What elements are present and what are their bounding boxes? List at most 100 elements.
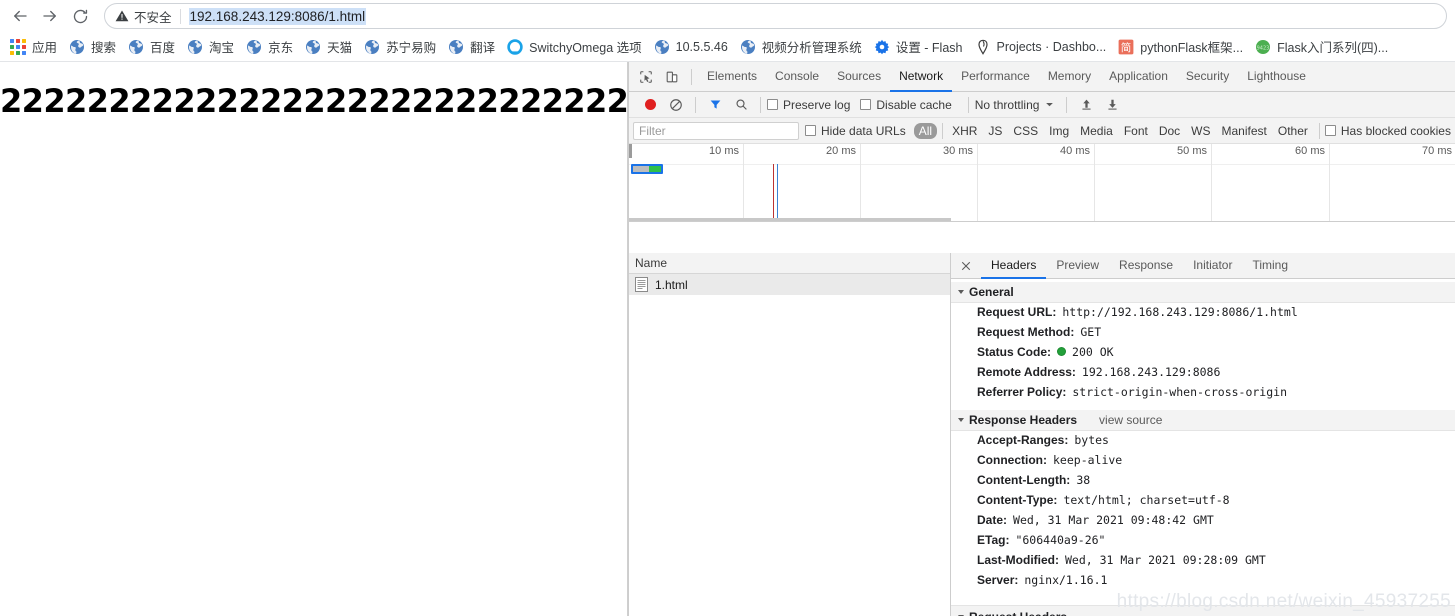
header-value: Wed, 31 Mar 2021 09:48:42 GMT: [1013, 513, 1214, 527]
network-lower-split: Name 1.html Headers Preview Response Ini…: [629, 253, 1455, 616]
device-toolbar-icon[interactable]: [659, 64, 685, 90]
bookmark-item[interactable]: SwitchyOmega 选项: [502, 35, 649, 59]
disable-cache-checkbox[interactable]: Disable cache: [860, 97, 952, 112]
header-key: ETag:: [977, 533, 1010, 547]
timeline-tick-label: 70 ms: [1422, 145, 1452, 157]
preserve-log-checkbox[interactable]: Preserve log: [767, 98, 850, 112]
filter-type-other[interactable]: Other: [1273, 123, 1313, 139]
throttling-dropdown[interactable]: No throttling: [975, 96, 1055, 114]
bookmark-item[interactable]: 应用: [5, 35, 64, 59]
tab-network[interactable]: Network: [890, 62, 953, 92]
tab-console[interactable]: Console: [766, 62, 828, 92]
filter-type-css[interactable]: CSS: [1008, 123, 1043, 139]
clear-button[interactable]: [663, 92, 689, 118]
header-key: Remote Address:: [977, 365, 1076, 379]
request-list-header[interactable]: Name: [629, 253, 950, 274]
filter-type-all[interactable]: All: [913, 122, 938, 139]
inspect-element-icon[interactable]: [633, 64, 659, 90]
detail-tab-headers[interactable]: Headers: [981, 253, 1047, 279]
bookmark-item[interactable]: 翻译: [443, 35, 502, 59]
header-key: Status Code:: [977, 345, 1052, 359]
toolbar-separator-2: [760, 96, 761, 113]
bookmark-label: 翻译: [470, 41, 496, 55]
bookmark-item[interactable]: 9423 Flask入门系列(四)...: [1250, 35, 1395, 59]
filter-type-xhr[interactable]: XHR: [947, 123, 982, 139]
request-detail-pane: Headers Preview Response Initiator Timin…: [951, 253, 1455, 616]
svg-text:简: 简: [1121, 41, 1132, 54]
preserve-log-label: Preserve log: [783, 97, 851, 112]
general-section-header[interactable]: General: [951, 282, 1455, 303]
bookmark-item[interactable]: 搜索: [64, 35, 123, 59]
tab-application[interactable]: Application: [1100, 62, 1177, 92]
detail-tab-timing[interactable]: Timing: [1242, 253, 1298, 279]
import-har-icon[interactable]: [1073, 92, 1099, 118]
general-section-title: General: [969, 285, 1014, 299]
bookmark-label: Flask入门系列(四)...: [1277, 41, 1389, 55]
bookmark-item[interactable]: 京东: [241, 35, 300, 59]
header-key: Date:: [977, 513, 1008, 527]
header-value: keep-alive: [1053, 453, 1123, 467]
filter-type-ws[interactable]: WS: [1186, 123, 1215, 139]
search-icon[interactable]: [728, 92, 754, 118]
timeline-tick: 10 ms: [629, 144, 744, 221]
view-source-link[interactable]: view source: [1099, 413, 1162, 427]
request-headers-section-header[interactable]: Request Headers: [951, 605, 1455, 616]
network-timeline-overview[interactable]: 10 ms 20 ms 30 ms 40 ms 50 ms 60 ms 70 m…: [629, 144, 1455, 222]
timeline-tick: 30 ms: [861, 144, 978, 221]
detail-tab-response[interactable]: Response: [1109, 253, 1183, 279]
filter-toggle-icon[interactable]: [702, 92, 728, 118]
back-button[interactable]: [6, 2, 34, 30]
filter-type-font[interactable]: Font: [1119, 123, 1153, 139]
record-button[interactable]: [637, 92, 663, 118]
tab-sources[interactable]: Sources: [828, 62, 890, 92]
tab-security[interactable]: Security: [1177, 62, 1238, 92]
tab-lighthouse[interactable]: Lighthouse: [1238, 62, 1315, 92]
filter-type-img[interactable]: Img: [1044, 123, 1074, 139]
tab-elements[interactable]: Elements: [698, 62, 766, 92]
reload-button[interactable]: [66, 2, 94, 30]
disable-cache-label: Disable cache: [876, 97, 952, 112]
bookmark-item[interactable]: 设置 - Flash: [869, 35, 970, 59]
filter-type-media[interactable]: Media: [1075, 123, 1118, 139]
bookmark-item[interactable]: 百度: [123, 35, 182, 59]
timeline-request-bar[interactable]: [631, 164, 663, 174]
timeline-scrollbar[interactable]: [629, 218, 951, 221]
filter-type-manifest[interactable]: Manifest: [1217, 123, 1272, 139]
response-headers-section-header[interactable]: Response Headers view source: [951, 410, 1455, 431]
bookmark-item[interactable]: 视频分析管理系统: [735, 35, 869, 59]
hide-data-urls-checkbox[interactable]: Hide data URLs: [805, 124, 906, 138]
bookmark-item[interactable]: 简 pythonFlask框架...: [1113, 35, 1250, 59]
header-key: Connection:: [977, 453, 1047, 467]
bookmark-item[interactable]: 淘宝: [182, 35, 241, 59]
bookmark-label: 搜索: [91, 41, 117, 55]
filter-type-js[interactable]: JS: [983, 123, 1007, 139]
filter-type-doc[interactable]: Doc: [1154, 123, 1185, 139]
header-row: Content-Length: 38: [951, 471, 1455, 491]
bookmark-item[interactable]: 苏宁易购: [359, 35, 443, 59]
timeline-tick-label: 60 ms: [1295, 145, 1325, 157]
forward-button[interactable]: [36, 2, 64, 30]
tab-memory[interactable]: Memory: [1039, 62, 1100, 92]
has-blocked-cookies-checkbox[interactable]: Has blocked cookies: [1324, 124, 1451, 138]
filter-input[interactable]: [633, 121, 799, 140]
detail-tab-initiator[interactable]: Initiator: [1183, 253, 1242, 279]
globe-icon: [188, 39, 203, 54]
table-row[interactable]: 1.html: [629, 274, 950, 295]
bookmark-item[interactable]: 天猫: [300, 35, 359, 59]
url-text[interactable]: 192.168.243.129:8086/1.html: [188, 7, 367, 25]
security-chip[interactable]: 不安全: [115, 7, 172, 26]
bookmark-item[interactable]: Projects · Dashbo...: [970, 35, 1114, 59]
timeline-bar-waiting-segment: [633, 166, 649, 172]
bookmark-label: 10.5.5.46: [675, 39, 728, 54]
header-row: Remote Address: 192.168.243.129:8086: [951, 363, 1455, 383]
export-har-icon[interactable]: [1099, 92, 1125, 118]
bookmark-item[interactable]: 10.5.5.46: [649, 35, 735, 59]
header-key: Request URL:: [977, 305, 1057, 319]
bookmark-label: 苏宁易购: [386, 41, 437, 55]
globe-icon: [365, 39, 380, 54]
tab-performance[interactable]: Performance: [952, 62, 1039, 92]
close-icon[interactable]: [957, 257, 975, 275]
filter-separator-2: [1318, 122, 1320, 139]
detail-tab-preview[interactable]: Preview: [1046, 253, 1109, 279]
address-bar[interactable]: 不安全 192.168.243.129:8086/1.html: [104, 3, 1447, 29]
